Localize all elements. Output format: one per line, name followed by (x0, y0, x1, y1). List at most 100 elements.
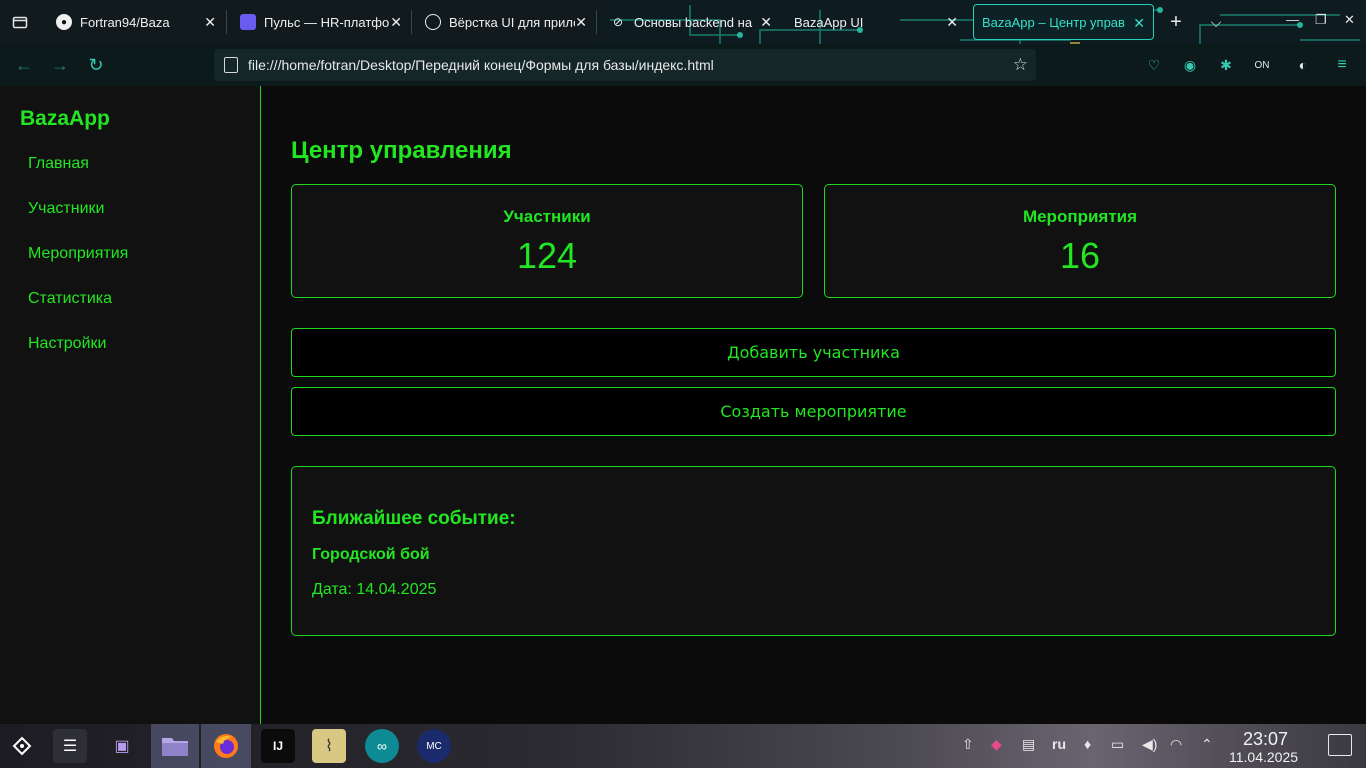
tab-separator (411, 10, 412, 34)
restore-icon: ❐ (1315, 12, 1327, 27)
arduino-icon: ∞ (377, 738, 387, 754)
all-tabs-button[interactable]: ⌵ (1204, 10, 1228, 34)
extension-icon: ◐ (1298, 57, 1308, 73)
close-icon[interactable]: ✕ (390, 14, 402, 31)
clock-date[interactable]: 11.04.2025 (1229, 749, 1298, 765)
firefox-button[interactable] (201, 724, 251, 768)
sidebar-item-participants[interactable]: Участники (28, 200, 104, 218)
tab-title: BazaApp – Центр управ (982, 14, 1125, 30)
pocket-button[interactable]: ♡ (1145, 56, 1163, 74)
stat-card-participants: Участники 124 (291, 184, 803, 298)
close-icon[interactable]: ✕ (575, 14, 587, 31)
tab-title: Вёрстка UI для прило (449, 14, 575, 30)
clipboard-tray-button[interactable]: ▤ (1022, 736, 1035, 753)
close-icon[interactable]: ✕ (946, 14, 958, 31)
tab-fortran94-baza[interactable]: ● Fortran94/Baza ✕ (44, 4, 224, 40)
toolbox-tray-button[interactable]: ◆ (991, 736, 1002, 753)
close-icon[interactable]: ✕ (1133, 15, 1145, 32)
sidebar-item-events[interactable]: Мероприятия (28, 245, 128, 263)
tab-separator (596, 10, 597, 34)
close-icon[interactable]: ✕ (204, 14, 216, 31)
stat-label: Участники (503, 207, 591, 226)
tab-title: Основы backend на (634, 14, 753, 30)
tab-puls[interactable]: Пульс — HR-платформа ✕ (228, 4, 410, 40)
extensions-button[interactable]: ✱ (1217, 56, 1235, 74)
toolbox-icon: ◆ (991, 736, 1002, 752)
tab-verstka-ui[interactable]: Вёрстка UI для прило ✕ (413, 4, 595, 40)
bazaapp-page: BazaApp Главная Участники Мероприятия Ст… (0, 86, 1366, 724)
add-participant-button[interactable]: Добавить участника (291, 328, 1336, 377)
minimize-button[interactable]: — (1286, 12, 1299, 27)
sidebar-item-settings[interactable]: Настройки (28, 335, 106, 353)
sliders-icon: ☰ (62, 738, 78, 755)
chevron-down-icon: ⌵ (1210, 13, 1222, 30)
menu-button[interactable]: ≡ (1333, 56, 1351, 74)
volume-tray-button[interactable]: ◀) (1142, 736, 1157, 753)
tab-title: BazaApp UI (794, 14, 864, 30)
arrow-left-icon: ← (15, 54, 33, 75)
page-title: Центр управления (291, 137, 512, 164)
sidebar-item-statistics[interactable]: Статистика (28, 290, 112, 308)
stat-value: 16 (1059, 235, 1101, 276)
speaker-icon: ◀) (1142, 736, 1158, 752)
extension-button[interactable]: ◐ (1294, 56, 1312, 74)
account-button[interactable]: ◉ (1181, 56, 1199, 74)
updates-tray-button[interactable]: ⇧ (962, 736, 974, 753)
intellij-button[interactable]: IJ (261, 729, 295, 763)
stat-card-events: Мероприятия 16 (824, 184, 1336, 298)
firefox-icon (214, 734, 238, 758)
tab-list-icon (12, 16, 28, 29)
clipboard-icon: ▤ (1022, 736, 1036, 752)
extension-on-button[interactable]: ON (1253, 56, 1271, 74)
tab-osnovy-backend[interactable]: ⊘ Основы backend на ✕ (598, 4, 780, 40)
close-icon: ✕ (1344, 12, 1355, 27)
show-desktop-button[interactable] (1328, 734, 1352, 756)
maximize-button[interactable]: ❐ (1315, 12, 1327, 28)
link-icon: ⊘ (612, 15, 624, 29)
folder-icon (162, 738, 188, 756)
tab-bazaapp-ui[interactable]: BazaApp UI ✕ (782, 4, 966, 40)
battery-icon: ▭ (1111, 736, 1125, 752)
lightbulb-icon: ♦ (1084, 736, 1092, 752)
github-icon: ● (56, 14, 72, 30)
circuit-app-button[interactable]: ⌇ (312, 729, 346, 763)
account-icon: ◉ (1183, 56, 1197, 73)
intellij-icon: IJ (272, 739, 283, 753)
file-manager-button[interactable] (151, 724, 199, 768)
back-button[interactable]: ← (12, 53, 36, 77)
address-bar[interactable]: file:///home/fotran/Desktop/Передний кон… (214, 49, 1036, 81)
clock-time[interactable]: 23:07 (1243, 729, 1288, 750)
forward-button[interactable]: → (48, 53, 72, 77)
tab-list-button[interactable] (8, 10, 32, 34)
arduino-button[interactable]: ∞ (365, 729, 399, 763)
sidebar-item-home[interactable]: Главная (28, 155, 89, 173)
hamburger-menu-icon: ≡ (1337, 56, 1347, 73)
tab-title: Пульс — HR-платформа (264, 14, 390, 30)
system-settings-button[interactable]: ☰ (53, 729, 87, 763)
sidebar: BazaApp Главная Участники Мероприятия Ст… (0, 86, 261, 724)
url-text[interactable]: file:///home/fotran/Desktop/Передний кон… (248, 57, 714, 73)
battery-tray-button[interactable]: ▭ (1111, 736, 1124, 753)
tab-bazaapp-center[interactable]: BazaApp – Центр управ ✕ (973, 4, 1154, 40)
plus-icon: + (1170, 10, 1182, 33)
app-launcher-button[interactable] (5, 729, 39, 763)
brightness-tray-button[interactable]: ♦ (1084, 736, 1091, 752)
event-heading: Ближайшее событие: (312, 508, 516, 529)
close-icon[interactable]: ✕ (760, 14, 772, 31)
new-tab-button[interactable]: + (1164, 10, 1188, 34)
toggle-on-icon: ON (1254, 59, 1270, 71)
tray-expand-button[interactable]: ⌃ (1201, 736, 1213, 753)
upcoming-event-card: Ближайшее событие: Городской бой Дата: 1… (291, 466, 1336, 636)
tab-title: Fortran94/Baza (80, 14, 170, 30)
bookmark-star-icon[interactable]: ☆ (1013, 55, 1028, 75)
tab-separator (226, 10, 227, 34)
keyboard-layout-button[interactable]: ru (1052, 736, 1066, 752)
close-window-button[interactable]: ✕ (1344, 12, 1355, 28)
brand-logo[interactable]: BazaApp (20, 107, 110, 131)
wifi-tray-button[interactable]: ◠ (1170, 736, 1182, 753)
reload-button[interactable]: ↻ (84, 53, 108, 77)
create-event-button[interactable]: Создать мероприятие (291, 387, 1336, 436)
discover-button[interactable]: ▣ (105, 729, 139, 763)
stat-value: 124 (516, 235, 578, 276)
minecraft-launcher-button[interactable]: MC (417, 729, 451, 763)
